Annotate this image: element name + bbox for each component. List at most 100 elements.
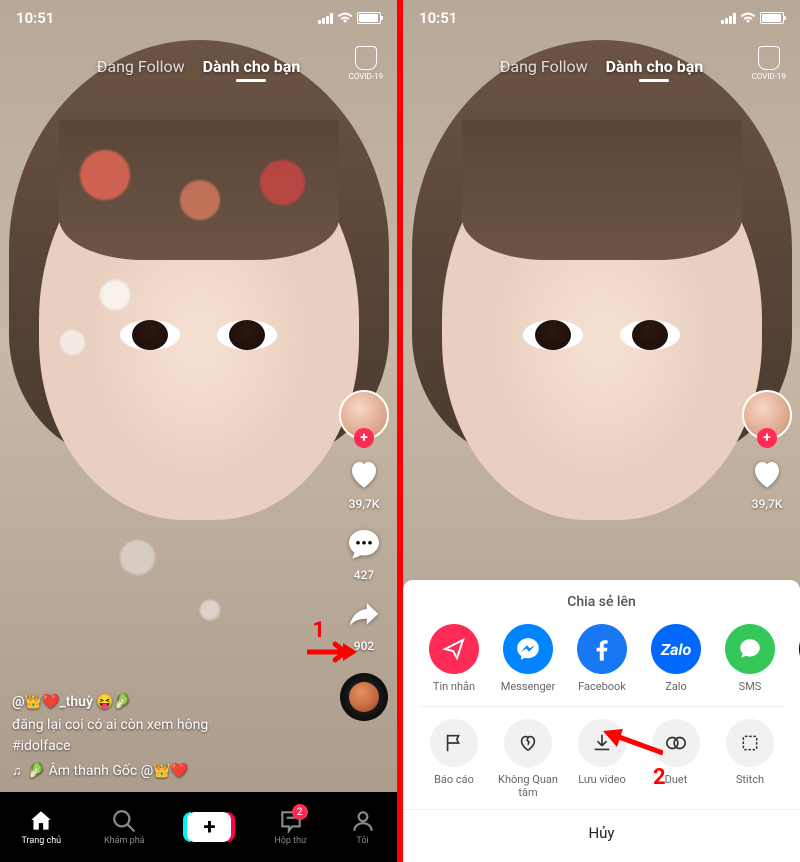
share-opt-zalo[interactable]: Zalo Zalo <box>639 624 713 693</box>
share-label: Zalo <box>665 680 687 693</box>
share-act-notinterested[interactable]: Không Quan tâm <box>491 719 565 799</box>
annotation-arrow-2 <box>603 729 663 757</box>
share-label: Facebook <box>578 680 626 693</box>
caption-text: đăng lại coi có ai còn xem hông <box>12 715 317 736</box>
caption-sound[interactable]: ♫ 🥬 Âm thanh Gốc @👑❤️ <box>12 761 317 782</box>
caption-username[interactable]: @👑❤️_thuỳ 😝🥬 <box>12 692 317 713</box>
nav-discover-label: Khám phá <box>104 836 145 846</box>
screen-right: 10:51 Đang Follow Dành cho bạn COVID-19 … <box>403 0 800 862</box>
signal-icon <box>318 13 333 24</box>
heart-broken-icon <box>504 719 552 767</box>
facebook-icon <box>577 624 627 674</box>
creator-avatar[interactable]: + <box>742 390 792 440</box>
like-button[interactable]: 39,7K <box>344 454 384 511</box>
sound-title: 🥬 Âm thanh Gốc @👑❤️ <box>28 761 188 782</box>
sms-icon <box>725 624 775 674</box>
comment-count: 427 <box>354 568 374 582</box>
status-indicators <box>721 12 784 24</box>
nav-create[interactable]: + <box>187 812 231 842</box>
comment-button[interactable]: 427 <box>344 525 384 582</box>
share-label: Không Quan tâm <box>491 773 565 799</box>
status-time: 10:51 <box>16 9 54 27</box>
like-count: 39,7K <box>752 497 783 511</box>
share-label: Lưu video <box>578 773 626 786</box>
wifi-icon <box>337 12 353 24</box>
share-sheet-title: Chia sẻ lên <box>403 594 800 610</box>
covid-badge[interactable]: COVID-19 <box>752 46 786 81</box>
share-apps-row[interactable]: Tin nhắn Messenger Facebook Zalo Zalo <box>403 624 800 693</box>
caption-hashtag[interactable]: #idolface <box>12 736 317 757</box>
search-icon <box>111 808 137 834</box>
share-divider <box>419 706 784 707</box>
share-act-more[interactable]: R <box>787 719 800 799</box>
tab-foryou[interactable]: Dành cho bạn <box>606 57 704 76</box>
feed-tabs: Đang Follow Dành cho bạn <box>0 46 397 86</box>
share-opt-facebook[interactable]: Facebook <box>565 624 639 693</box>
annotation-arrow-1 <box>307 640 357 664</box>
inbox-badge: 2 <box>292 804 308 820</box>
share-cancel-button[interactable]: Hủy <box>403 809 800 850</box>
profile-icon <box>350 808 376 834</box>
nav-discover[interactable]: Khám phá <box>104 808 145 846</box>
battery-icon <box>760 12 784 24</box>
status-bar: 10:51 <box>0 0 397 36</box>
share-icon <box>344 596 384 636</box>
follow-plus-icon[interactable]: + <box>354 428 374 448</box>
share-label: SMS <box>739 680 762 693</box>
share-label: Messenger <box>501 680 555 693</box>
caption-block: @👑❤️_thuỳ 😝🥬 đăng lại coi có ai còn xem … <box>12 692 317 782</box>
bottom-nav: Trang chủ Khám phá + 2 Hộp thư Tôi <box>0 792 397 862</box>
share-actions-row[interactable]: Báo cáo Không Quan tâm Lưu video Duet <box>403 719 800 799</box>
share-label: Stitch <box>736 773 764 786</box>
stitch-icon <box>726 719 774 767</box>
wifi-icon <box>740 12 756 24</box>
nav-me[interactable]: Tôi <box>350 808 376 846</box>
share-act-report[interactable]: Báo cáo <box>417 719 491 799</box>
battery-icon <box>357 12 381 24</box>
share-opt-sms[interactable]: SMS <box>713 624 787 693</box>
messenger-icon <box>503 624 553 674</box>
music-note-icon: ♫ <box>12 762 22 782</box>
flag-icon <box>430 719 478 767</box>
shield-icon <box>355 46 377 70</box>
status-indicators <box>318 12 381 24</box>
status-bar: 10:51 <box>403 0 800 36</box>
shield-icon <box>758 46 780 70</box>
share-label: Báo cáo <box>434 773 474 786</box>
comment-icon <box>344 525 384 565</box>
follow-plus-icon[interactable]: + <box>757 428 777 448</box>
covid-label: COVID-19 <box>349 72 383 81</box>
like-count: 39,7K <box>349 497 380 511</box>
share-label: Duet <box>665 773 688 786</box>
screen-left: 10:51 Đang Follow Dành cho bạn COVID-19 … <box>0 0 397 862</box>
share-opt-messenger[interactable]: Messenger <box>491 624 565 693</box>
zalo-icon: Zalo <box>651 624 701 674</box>
home-icon <box>28 808 54 834</box>
action-column: + 39,7K <box>742 390 792 511</box>
nav-home-label: Trang chủ <box>21 836 61 846</box>
annotation-number-1: 1 <box>312 618 325 643</box>
sound-disc[interactable] <box>340 673 388 721</box>
share-act-stitch[interactable]: Stitch <box>713 719 787 799</box>
send-icon <box>429 624 479 674</box>
share-opt-tinnhan[interactable]: Tin nhắn <box>417 624 491 693</box>
share-opt-more[interactable]: Sao Liê <box>787 624 800 693</box>
covid-label: COVID-19 <box>752 72 786 81</box>
plus-icon: + <box>187 812 231 842</box>
share-sheet: Chia sẻ lên Tin nhắn Messenger Facebook <box>403 580 800 862</box>
nav-me-label: Tôi <box>356 836 368 846</box>
annotation-number-2: 2 <box>653 765 666 790</box>
tab-following[interactable]: Đang Follow <box>500 57 588 76</box>
nav-home[interactable]: Trang chủ <box>21 808 61 846</box>
share-label: Tin nhắn <box>433 680 475 693</box>
status-time: 10:51 <box>419 9 457 27</box>
creator-avatar[interactable]: + <box>339 390 389 440</box>
nav-inbox[interactable]: 2 Hộp thư <box>274 808 306 846</box>
tab-following[interactable]: Đang Follow <box>97 57 185 76</box>
covid-badge[interactable]: COVID-19 <box>349 46 383 81</box>
heart-icon <box>344 454 384 494</box>
signal-icon <box>721 13 736 24</box>
like-button[interactable]: 39,7K <box>747 454 787 511</box>
tab-foryou[interactable]: Dành cho bạn <box>203 57 301 76</box>
action-column: + 39,7K 427 902 <box>339 390 389 721</box>
